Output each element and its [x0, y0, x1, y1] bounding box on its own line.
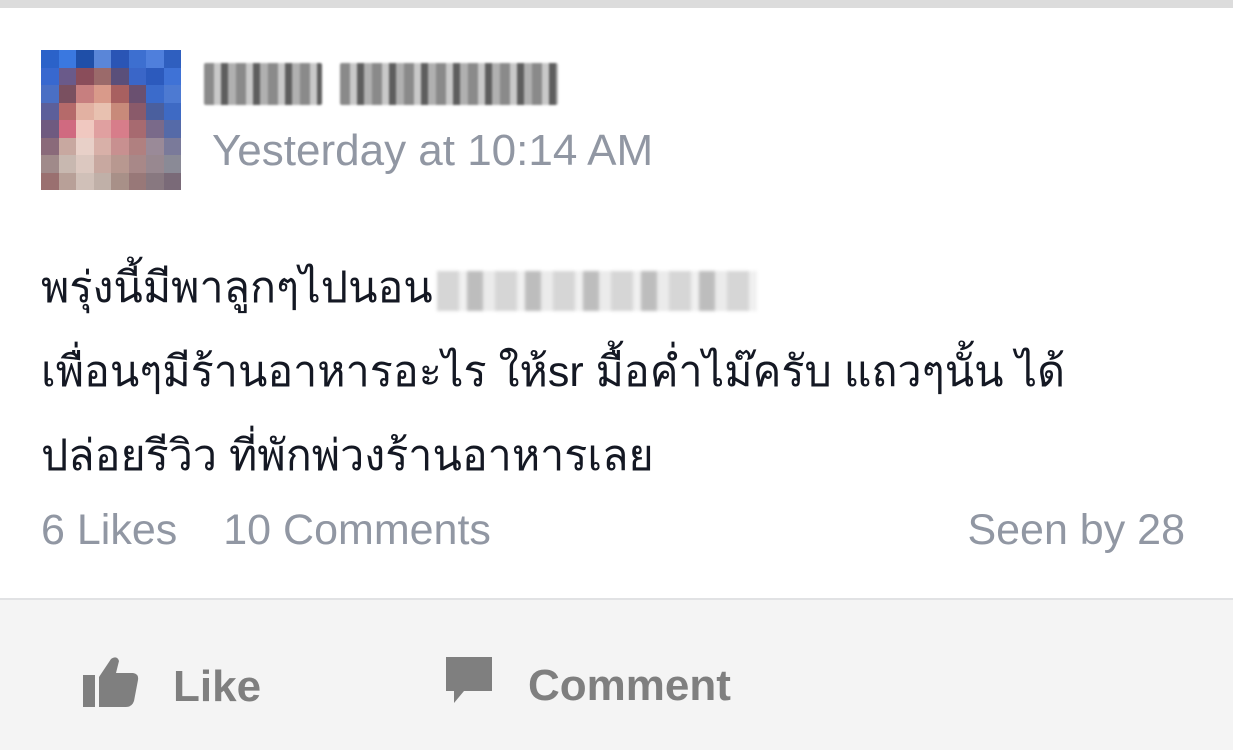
avatar-pixel	[146, 120, 164, 138]
post-text-line-2: เพื่อนๆมีร้านอาหารอะไร ให้sr มื้อค่ำไม๊ค…	[41, 348, 1066, 396]
avatar-pixel	[111, 137, 129, 155]
avatar-pixel	[41, 172, 59, 190]
avatar-pixel	[111, 85, 129, 103]
avatar-pixel	[163, 137, 181, 155]
avatar-pixel	[76, 172, 94, 190]
avatar-pixel	[58, 137, 76, 155]
avatar-pixel	[41, 67, 59, 85]
avatar-pixel	[93, 102, 111, 120]
author-name-redacted	[204, 63, 322, 105]
post-card: Yesterday at 10:14 AM พรุ่งนี้มีพาลูกๆไป…	[0, 8, 1233, 600]
avatar-pixel	[111, 50, 129, 68]
avatar-pixelated-image	[41, 50, 181, 190]
avatar-pixel	[41, 120, 59, 138]
avatar-pixel	[76, 120, 94, 138]
avatar-pixel	[128, 172, 146, 190]
avatar-pixel	[163, 102, 181, 120]
avatar-pixel	[76, 155, 94, 173]
thumbs-up-icon	[83, 655, 139, 718]
avatar-pixel	[128, 50, 146, 68]
post-stats: 6 Likes 10 Comments	[41, 506, 491, 555]
avatar-pixel	[163, 155, 181, 173]
avatar-pixel	[111, 102, 129, 120]
avatar-pixel	[58, 67, 76, 85]
avatar-pixel	[146, 172, 164, 190]
avatar-pixel	[146, 85, 164, 103]
avatar-pixel	[93, 155, 111, 173]
avatar-pixel	[93, 85, 111, 103]
avatar-pixel	[41, 50, 59, 68]
avatar-pixel	[146, 50, 164, 68]
avatar-pixel	[93, 120, 111, 138]
avatar-pixel	[163, 120, 181, 138]
post-text-line: พรุ่งนี้มีพาลูกๆไปนอน	[41, 246, 1201, 330]
avatar-pixel	[76, 67, 94, 85]
avatar[interactable]	[41, 50, 181, 190]
avatar-pixel	[58, 155, 76, 173]
avatar-pixel	[41, 102, 59, 120]
avatar-pixel	[163, 172, 181, 190]
avatar-pixel	[58, 120, 76, 138]
avatar-pixel	[128, 137, 146, 155]
avatar-pixel	[76, 102, 94, 120]
avatar-pixel	[76, 85, 94, 103]
author-name-redacted	[340, 63, 558, 105]
action-bar: Like Comment	[0, 600, 1233, 750]
avatar-pixel	[58, 85, 76, 103]
avatar-pixel	[111, 67, 129, 85]
avatar-pixel	[111, 155, 129, 173]
comment-button[interactable]: Comment	[444, 655, 731, 716]
avatar-pixel	[58, 102, 76, 120]
post-text-line-1: พรุ่งนี้มีพาลูกๆไปนอน	[41, 264, 433, 312]
like-button[interactable]: Like	[83, 655, 261, 718]
post-text-line-3: ปล่อยรีวิว ที่พักพ่วงร้านอาหารเลย	[41, 432, 654, 480]
avatar-pixel	[146, 155, 164, 173]
avatar-pixel	[128, 67, 146, 85]
top-edge	[0, 0, 1233, 8]
comment-label: Comment	[528, 660, 731, 710]
avatar-pixel	[93, 50, 111, 68]
avatar-pixel	[146, 137, 164, 155]
avatar-pixel	[163, 85, 181, 103]
avatar-pixel	[163, 67, 181, 85]
like-label: Like	[173, 661, 262, 711]
avatar-pixel	[58, 50, 76, 68]
avatar-pixel	[41, 137, 59, 155]
avatar-pixel	[146, 67, 164, 85]
avatar-pixel	[163, 50, 181, 68]
avatar-pixel	[76, 50, 94, 68]
likes-count[interactable]: 6 Likes	[41, 506, 177, 555]
avatar-pixel	[111, 172, 129, 190]
redacted-place-name	[436, 270, 757, 311]
avatar-pixel	[41, 155, 59, 173]
avatar-pixel	[128, 85, 146, 103]
speech-bubble-icon	[444, 655, 494, 716]
author-name[interactable]	[204, 58, 558, 110]
avatar-pixel	[128, 120, 146, 138]
avatar-pixel	[93, 137, 111, 155]
seen-by-count[interactable]: Seen by 28	[967, 506, 1185, 555]
avatar-pixel	[128, 102, 146, 120]
post-timestamp[interactable]: Yesterday at 10:14 AM	[212, 126, 653, 176]
post-body: พรุ่งนี้มีพาลูกๆไปนอน เพื่อนๆมีร้านอาหาร…	[41, 246, 1201, 498]
comments-count[interactable]: 10 Comments	[223, 506, 491, 555]
avatar-pixel	[41, 85, 59, 103]
avatar-pixel	[128, 155, 146, 173]
avatar-pixel	[76, 137, 94, 155]
avatar-pixel	[146, 102, 164, 120]
avatar-pixel	[93, 172, 111, 190]
avatar-pixel	[93, 67, 111, 85]
avatar-pixel	[58, 172, 76, 190]
avatar-pixel	[111, 120, 129, 138]
